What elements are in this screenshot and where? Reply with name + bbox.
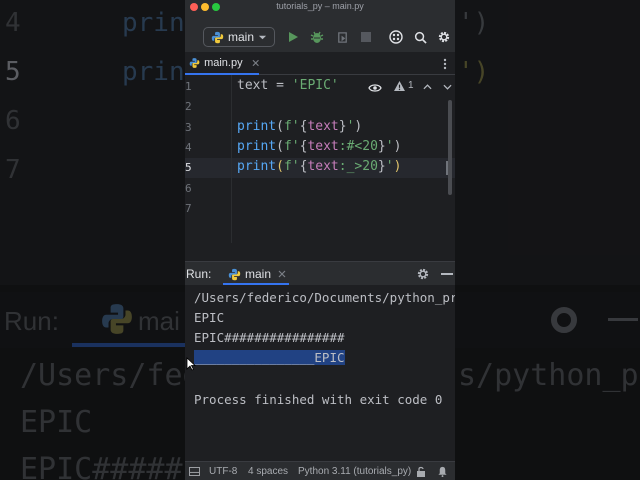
tab-label: main.py <box>204 57 243 69</box>
layout-icon[interactable] <box>189 467 200 476</box>
editor-scrollbar[interactable] <box>448 100 452 195</box>
stop-icon <box>361 32 371 42</box>
warning-icon <box>394 80 405 91</box>
console-exit-message: Process finished with exit code 0 <box>194 392 443 407</box>
editor-tab-bar: main.py <box>185 52 455 75</box>
line-number: 7 <box>185 202 192 215</box>
window-title: tutorials_py – main.py <box>276 1 364 11</box>
plugins-button[interactable] <box>388 29 404 45</box>
python-file-icon <box>189 58 200 68</box>
indent-indicator[interactable]: 4 spaces <box>248 466 288 477</box>
run-config-selector[interactable]: main <box>203 27 275 47</box>
minimize-icon[interactable] <box>441 273 453 275</box>
coverage-button[interactable] <box>334 29 350 45</box>
run-button[interactable] <box>285 29 301 45</box>
run-tab-label: main <box>245 267 272 281</box>
chevron-up-icon[interactable] <box>423 84 432 90</box>
line-number: 6 <box>185 182 192 195</box>
notifications-bell-icon[interactable] <box>437 466 448 477</box>
ide-window: tutorials_py – main.py main main.py 1 2 … <box>185 0 455 480</box>
code-line-4: print(f'{text:#<20}') <box>237 139 402 154</box>
settings-icon <box>438 31 450 43</box>
plugins-icon <box>389 30 403 44</box>
line-number: 2 <box>185 100 192 113</box>
console-output-line: EPIC <box>194 310 225 325</box>
code-line-1: text = 'EPIC' <box>237 78 339 93</box>
line-number-current: 5 <box>185 161 192 174</box>
close-icon[interactable] <box>278 270 286 278</box>
encoding-indicator[interactable]: UTF-8 <box>209 466 237 477</box>
search-button[interactable] <box>412 29 428 45</box>
python-icon <box>228 268 241 280</box>
run-console[interactable]: /Users/federico/Documents/python_pr EPIC… <box>185 285 455 461</box>
interpreter-indicator[interactable]: Python 3.11 (tutorials_py) <box>298 466 411 477</box>
coverage-icon <box>337 31 347 43</box>
console-output-line: EPIC################ <box>194 330 345 345</box>
lock-icon[interactable] <box>416 466 426 477</box>
code-editor[interactable]: 1 2 3 4 5 6 7 text = 'EPIC' print(f'{tex… <box>185 75 455 243</box>
line-gutter <box>185 75 232 243</box>
tab-main-py[interactable]: main.py <box>185 52 259 75</box>
run-label: Run: <box>186 267 212 281</box>
line-number: 4 <box>185 141 192 154</box>
line-number: 1 <box>185 80 192 93</box>
console-path: /Users/federico/Documents/python_pr <box>194 290 455 305</box>
chevron-down-icon <box>258 35 267 39</box>
warning-count: 1 <box>408 80 414 91</box>
code-line-5: print(f'{text:_>20}') <box>237 159 402 174</box>
mouse-cursor-icon <box>186 357 196 371</box>
debug-button[interactable] <box>309 29 325 45</box>
status-bar: UTF-8 4 spaces Python 3.11 (tutorials_py… <box>185 461 455 480</box>
run-panel-header: Run: main <box>185 261 455 286</box>
close-icon[interactable] <box>252 59 259 67</box>
chevron-down-icon[interactable] <box>443 84 452 90</box>
line-number: 3 <box>185 121 192 134</box>
run-icon <box>289 32 298 42</box>
more-tabs-icon[interactable] <box>443 58 447 70</box>
console-output-line-selected: ________________EPIC <box>194 350 345 365</box>
inspection-widget[interactable]: 1 <box>394 80 414 91</box>
title-bar: tutorials_py – main.py <box>185 0 455 14</box>
reader-mode-eye-icon[interactable] <box>368 83 382 93</box>
settings-button[interactable] <box>436 29 452 45</box>
run-config-label: main <box>228 30 255 44</box>
settings-icon[interactable] <box>416 267 430 281</box>
code-line-3: print(f'{text}') <box>237 119 363 134</box>
python-icon <box>211 31 224 43</box>
search-icon <box>414 31 427 44</box>
debug-icon <box>310 31 324 43</box>
stop-button[interactable] <box>358 29 374 45</box>
toolbar: main <box>185 14 455 52</box>
